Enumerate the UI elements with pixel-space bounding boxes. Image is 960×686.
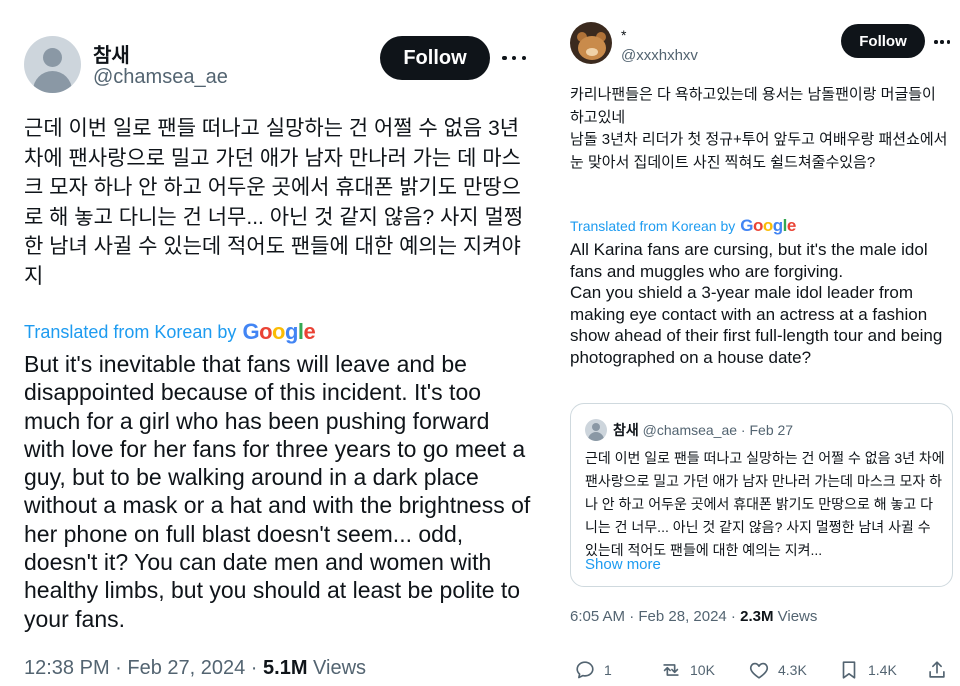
translation-attribution: Translated from Korean by Google bbox=[570, 216, 796, 236]
views-count: 5.1M bbox=[263, 657, 308, 679]
author-name[interactable]: 참새 bbox=[93, 39, 130, 68]
author-handle[interactable]: @xxxhxhxv bbox=[621, 47, 698, 64]
show-more-link[interactable]: Show more bbox=[585, 556, 661, 573]
more-icon[interactable] bbox=[502, 46, 526, 70]
translated-label: Translated from Korean by bbox=[570, 218, 736, 234]
tweet-actions: 1 10K 4.3K 1.4K bbox=[574, 659, 952, 685]
bookmark-icon bbox=[842, 661, 856, 679]
tweet-text-translation: But it's inevitable that fans will leave… bbox=[24, 351, 531, 632]
views-label: Views bbox=[773, 608, 818, 625]
follow-button[interactable]: Follow bbox=[380, 36, 490, 80]
avatar-head bbox=[43, 48, 62, 67]
quoted-tweet-header: 참새 @chamsea_ae · Feb 27 bbox=[613, 420, 793, 440]
heart-icon bbox=[749, 662, 769, 679]
more-dot bbox=[946, 40, 950, 44]
follow-button[interactable]: Follow bbox=[841, 24, 925, 58]
google-logo: Google bbox=[740, 216, 796, 235]
more-dot bbox=[934, 40, 938, 44]
more-icon[interactable] bbox=[934, 38, 950, 46]
bookmark-button[interactable]: 1.4K bbox=[838, 659, 897, 681]
avatar-head bbox=[592, 423, 600, 431]
quoted-tweet[interactable]: 참새 @chamsea_ae · Feb 27 근데 이번 일로 팬들 떠나고 … bbox=[570, 403, 953, 587]
avatar-snout bbox=[586, 48, 598, 56]
divider bbox=[570, 640, 955, 641]
more-dot bbox=[502, 55, 507, 61]
google-logo: Google bbox=[242, 319, 316, 344]
repost-icon bbox=[663, 664, 679, 676]
avatar[interactable] bbox=[24, 36, 81, 93]
translated-label: Translated from Korean by bbox=[24, 321, 237, 342]
views-count: 2.3M bbox=[740, 608, 774, 625]
share-icon bbox=[929, 661, 945, 678]
avatar-body bbox=[33, 71, 72, 93]
views-label: Views bbox=[307, 657, 367, 679]
author-handle[interactable]: @chamsea_ae bbox=[93, 66, 228, 89]
more-dot bbox=[940, 40, 944, 44]
more-dot bbox=[521, 55, 526, 61]
reply-icon bbox=[576, 661, 594, 679]
panel-divider bbox=[548, 0, 556, 686]
tweet-text-translation: All Karina fans are cursing, but it's th… bbox=[570, 240, 943, 367]
tweet-timestamp[interactable]: 12:38 PM · Feb 27, 2024 · 5.1M Views bbox=[24, 657, 366, 680]
repost-button[interactable]: 10K bbox=[660, 659, 715, 681]
timestamp-text[interactable]: 6:05 AM · Feb 28, 2024 · bbox=[570, 608, 740, 625]
like-button[interactable]: 4.3K bbox=[748, 659, 807, 681]
author-name[interactable]: * bbox=[621, 27, 626, 43]
quoted-author-name[interactable]: 참새 bbox=[613, 422, 639, 438]
timestamp-text[interactable]: 12:38 PM · Feb 27, 2024 · bbox=[24, 657, 263, 679]
more-dot bbox=[511, 55, 517, 61]
tweet-text-korean: 근데 이번 일로 팬들 떠나고 실망하는 건 어쩔 수 없음 3년 차에 팬사랑… bbox=[24, 117, 524, 288]
repost-count: 10K bbox=[690, 662, 715, 678]
avatar-body bbox=[588, 432, 604, 441]
bookmark-count: 1.4K bbox=[868, 662, 897, 678]
translation-attribution: Translated from Korean by Google bbox=[24, 319, 316, 345]
tweet-timestamp[interactable]: 6:05 AM · Feb 28, 2024 · 2.3M Views bbox=[570, 608, 817, 625]
avatar[interactable] bbox=[585, 419, 607, 441]
quoted-author-handle[interactable]: @chamsea_ae · Feb 27 bbox=[643, 422, 793, 438]
reply-button[interactable]: 1 bbox=[574, 659, 612, 681]
reply-count: 1 bbox=[604, 662, 612, 678]
avatar[interactable] bbox=[570, 22, 612, 64]
share-button[interactable] bbox=[926, 659, 948, 681]
tweet-text-korean: 카리나팬들은 다 욕하고있는데 용서는 남돌팬이랑 머글들이 하고있네 남돌 3… bbox=[570, 86, 948, 171]
quoted-tweet-text: 근데 이번 일로 팬들 떠나고 실망하는 건 어쩔 수 없음 3년 차에 팬사랑… bbox=[585, 450, 945, 558]
like-count: 4.3K bbox=[778, 662, 807, 678]
